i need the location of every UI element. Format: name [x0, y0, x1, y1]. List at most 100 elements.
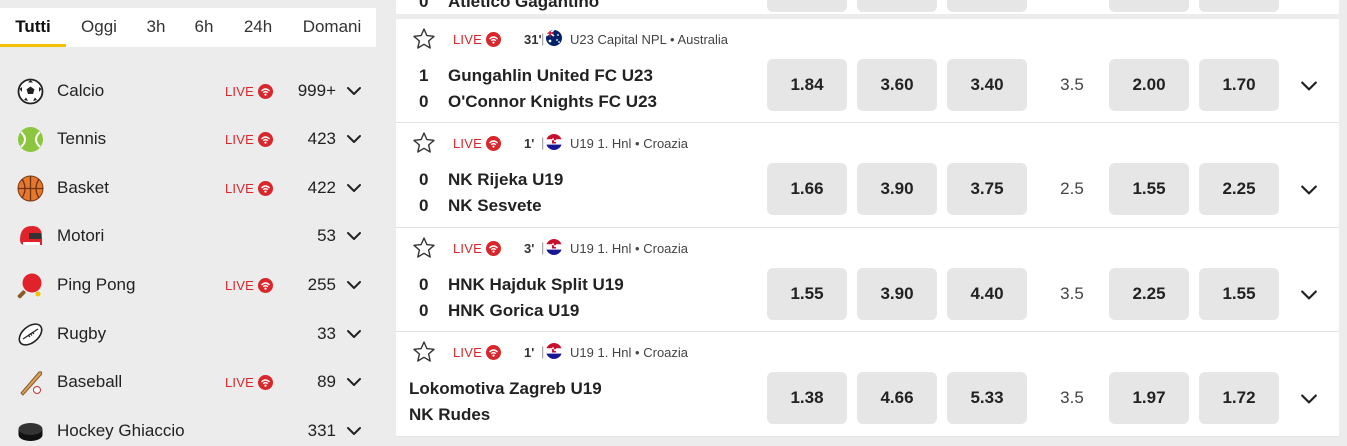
odd-1-button[interactable]: 1.66	[767, 163, 847, 215]
favorite-star-icon[interactable]	[412, 236, 436, 260]
ping-pong-paddle-icon	[17, 272, 44, 299]
live-stream-icon	[485, 241, 501, 256]
live-badge: LIVE	[225, 83, 273, 99]
country-name: Croazia	[643, 136, 689, 151]
row-divider	[396, 436, 1339, 437]
chevron-down-icon[interactable]	[1300, 390, 1318, 408]
chevron-down-icon[interactable]	[1300, 286, 1318, 304]
tab-24h[interactable]: 24h	[228, 8, 288, 47]
chevron-down-icon[interactable]	[346, 423, 362, 439]
sport-item-tennis[interactable]: Tennis LIVE 423	[0, 115, 376, 163]
total-line-value: 3.5	[1060, 388, 1084, 407]
league-name: U19 1. Hnl • Croazia	[570, 241, 688, 256]
odd-2-button[interactable]: 3.40	[947, 59, 1027, 111]
tab-3h[interactable]: 3h	[132, 8, 180, 47]
live-label: LIVE	[453, 136, 482, 151]
live-stream-icon	[485, 345, 501, 360]
event-row: LIVE 1' | U19 1. Hnl • Croazia 0 0 NK Rijeka U…	[396, 123, 1339, 227]
chevron-down-icon[interactable]	[346, 277, 362, 293]
croatia-flag-icon	[546, 343, 562, 359]
away-team: O'Connor Knights FC U23	[448, 92, 657, 111]
sport-item-hockey-ghiaccio[interactable]: Hockey Ghiaccio 331	[0, 407, 376, 446]
away-team: HNK Gorica U19	[448, 301, 580, 320]
live-label: LIVE	[453, 345, 482, 360]
odd-x-button[interactable]: 3.90	[857, 268, 937, 320]
chevron-down-icon[interactable]	[346, 326, 362, 342]
live-badge: LIVE	[453, 32, 501, 47]
over-odd-button[interactable]: 1.55	[1109, 163, 1189, 215]
sport-item-rugby[interactable]: Rugby 33	[0, 310, 376, 358]
chevron-down-icon[interactable]	[1300, 181, 1318, 199]
home-score: 0	[419, 275, 429, 294]
live-stream-icon	[257, 277, 273, 293]
chevron-down-icon[interactable]	[346, 180, 362, 196]
live-label: LIVE	[225, 374, 254, 390]
odd-x-button[interactable]: 3.90	[857, 163, 937, 215]
favorite-star-icon[interactable]	[412, 340, 436, 364]
odd-x-button[interactable]: 4.66	[857, 372, 937, 424]
sport-item-ping-pong[interactable]: Ping Pong LIVE 255	[0, 261, 376, 309]
odd-1-button[interactable]: 1.38	[767, 372, 847, 424]
chevron-down-icon[interactable]	[346, 228, 362, 244]
racing-helmet-icon	[17, 223, 44, 250]
tab-6h[interactable]: 6h	[180, 8, 228, 47]
chevron-down-icon[interactable]	[346, 131, 362, 147]
league-title: U19 1. Hnl	[570, 136, 632, 151]
tab-domani[interactable]: Domani	[288, 8, 376, 47]
league-name: U19 1. Hnl • Croazia	[570, 136, 688, 151]
odd-2-button[interactable]: 4.40	[947, 268, 1027, 320]
favorite-star-icon[interactable]	[412, 131, 436, 155]
sport-item-motori[interactable]: Motori 53	[0, 212, 376, 260]
live-badge: LIVE	[225, 180, 273, 196]
total-line-value: 2.5	[1060, 179, 1084, 198]
sport-item-basket[interactable]: Basket LIVE 422	[0, 164, 376, 212]
over-odd-button[interactable]: 2.00	[1109, 59, 1189, 111]
tab-oggi[interactable]: Oggi	[66, 8, 132, 47]
sport-event-count: 999+	[297, 81, 336, 100]
chevron-down-icon[interactable]	[346, 83, 362, 99]
league-name: U23 Capital NPL • Australia	[570, 32, 728, 47]
tab-tutti[interactable]: Tutti	[0, 8, 66, 47]
under-odd-button[interactable]: 2.25	[1199, 163, 1279, 215]
home-team: Gungahlin United FC U23	[448, 66, 653, 85]
live-stream-icon	[485, 32, 501, 47]
sport-name: Baseball	[57, 372, 123, 391]
divider: |	[541, 135, 545, 150]
odd-1-button[interactable]: 1.84	[767, 59, 847, 111]
chevron-down-icon[interactable]	[1300, 77, 1318, 95]
divider: |	[541, 31, 545, 46]
league-title: U19 1. Hnl	[570, 345, 632, 360]
sport-item-baseball[interactable]: Baseball LIVE 89	[0, 358, 376, 406]
sport-event-count: 255	[307, 275, 336, 294]
rugby-ball-icon	[17, 321, 44, 348]
sport-item-calcio[interactable]: Calcio LIVE 999+	[0, 67, 376, 115]
live-stream-icon	[485, 136, 501, 151]
odd-2-button[interactable]: 5.33	[947, 372, 1027, 424]
home-score: 1	[419, 66, 429, 85]
home-score: 0	[419, 170, 429, 189]
under-odd-button[interactable]: 1.72	[1199, 372, 1279, 424]
event-row: LIVE 1' | U19 1. Hnl • Croazia Lokomotiva Za…	[396, 332, 1339, 436]
chevron-down-icon[interactable]	[346, 374, 362, 390]
sport-name: Motori	[57, 226, 105, 245]
league-name: U19 1. Hnl • Croazia	[570, 345, 688, 360]
away-score: 0	[419, 196, 429, 215]
total-line-value: 3.5	[1060, 75, 1084, 94]
under-odd-button[interactable]: 1.70	[1199, 59, 1279, 111]
live-label: LIVE	[453, 241, 482, 256]
australia-flag-icon	[546, 30, 562, 46]
event-row: LIVE 3' | U19 1. Hnl • Croazia 0 0 HNK Hajduk …	[396, 228, 1339, 332]
over-odd-button[interactable]: 2.25	[1109, 268, 1189, 320]
live-events-list: LIVE 31' | U23 Capital NPL • Australia 1 0 Gun…	[396, 0, 1339, 446]
favorite-star-icon[interactable]	[412, 27, 436, 51]
odd-1-button[interactable]: 1.55	[767, 268, 847, 320]
row-divider	[396, 331, 1339, 332]
event-row: LIVE 31' | U23 Capital NPL • Australia 1 0 Gun…	[396, 19, 1339, 123]
sport-event-count: 53	[317, 226, 336, 245]
sport-event-count: 422	[307, 178, 336, 197]
over-odd-button[interactable]: 1.97	[1109, 372, 1189, 424]
league-title: U23 Capital NPL	[570, 32, 667, 47]
odd-x-button[interactable]: 3.60	[857, 59, 937, 111]
under-odd-button[interactable]: 1.55	[1199, 268, 1279, 320]
odd-2-button[interactable]: 3.75	[947, 163, 1027, 215]
